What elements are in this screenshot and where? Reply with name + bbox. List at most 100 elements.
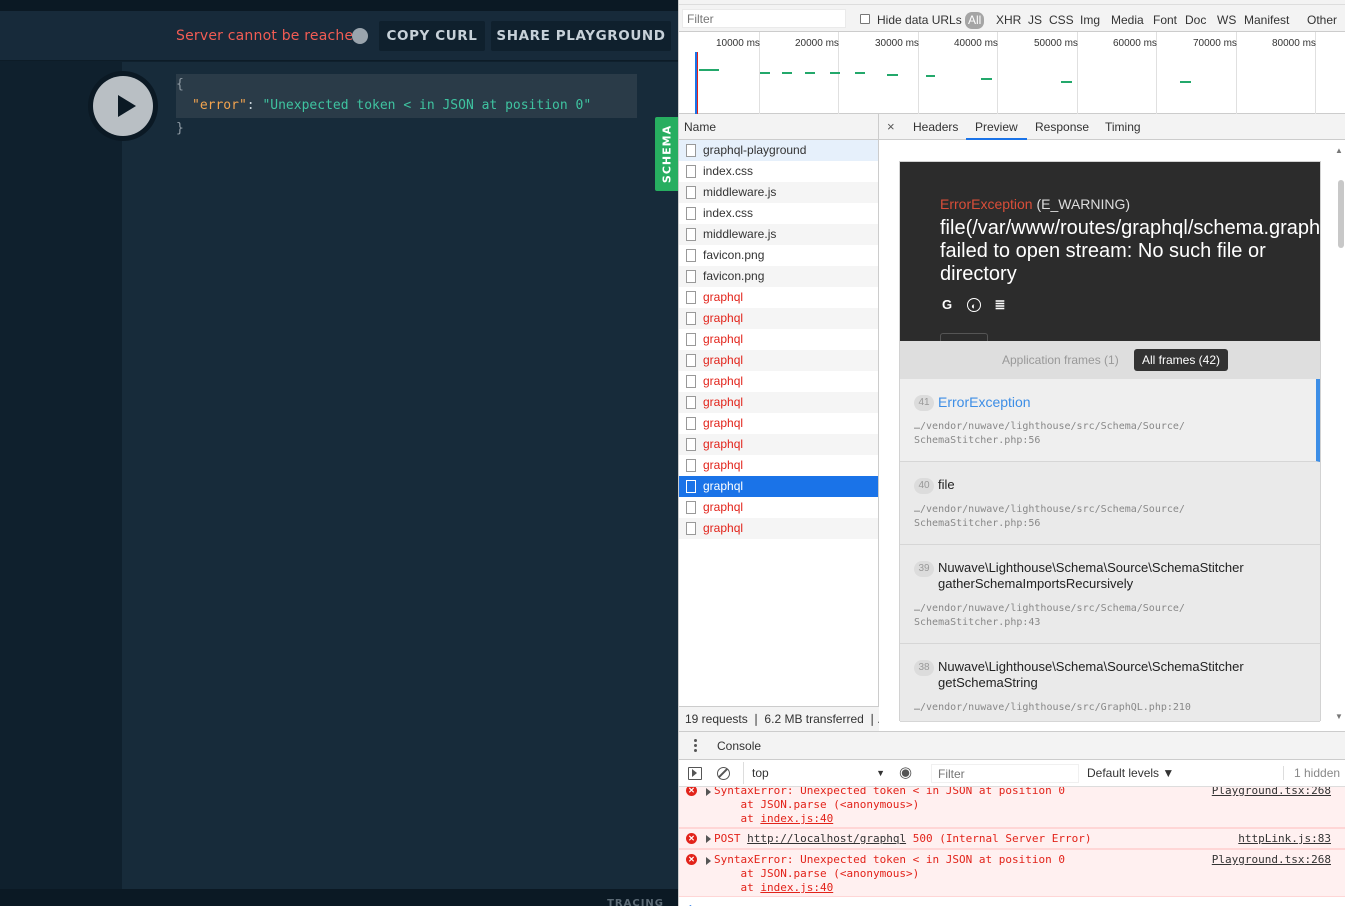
expand-caret-icon[interactable] [706,835,711,843]
context-value: top [752,766,769,780]
playground-topbar: Server cannot be reached COPY CURL SHARE… [0,11,678,61]
tracing-label[interactable]: TRACING [607,898,664,906]
filter-type-css[interactable]: CSS [1049,13,1074,27]
request-row[interactable]: graphql [679,308,878,329]
timeline-request-bar [1061,81,1072,83]
request-row[interactable]: graphql [679,434,878,455]
scroll-up-icon[interactable]: ▲ [1335,146,1343,155]
share-playground-button[interactable]: SHARE PLAYGROUND [491,21,671,51]
schema-tab-label: SCHEMA [660,124,673,184]
context-selector[interactable]: top ▼ [743,762,885,784]
all-frames-tab[interactable]: All frames (42) [1134,349,1229,371]
source-link[interactable]: httpLink.js:83 [1238,832,1331,846]
request-row[interactable]: graphql [679,476,878,497]
server-status-text: Server cannot be reached [176,28,363,44]
request-row[interactable]: middleware.js [679,224,878,245]
request-row[interactable]: graphql [679,329,878,350]
file-icon [686,396,696,409]
filter-type-media[interactable]: Media [1111,13,1144,27]
duckduckgo-icon[interactable]: ◐ [967,298,981,312]
execute-query-button[interactable] [88,71,158,141]
source-link[interactable]: Playground.tsx:268 [1212,853,1331,867]
close-icon[interactable]: × [887,119,895,134]
frame-number: 39 [914,561,934,577]
google-icon[interactable]: G [940,298,954,312]
log-levels-dropdown[interactable]: Default levels ▼ [1087,766,1174,780]
request-row[interactable]: favicon.png [679,266,878,287]
drawer-menu-icon[interactable] [694,739,697,753]
tab-headers[interactable]: Headers [913,114,958,140]
request-name: graphql [703,332,744,346]
stack-frame[interactable]: 39 Nuwave\Lighthouse\Schema\Source\Schema… [900,545,1320,644]
application-frames-tab[interactable]: Application frames (1) [1002,353,1119,367]
schema-tab[interactable]: SCHEMA [655,117,678,191]
sidebar-toggle-icon[interactable] [688,767,702,780]
timeline-label: 10000 ms [716,38,760,49]
stack-link[interactable]: index.js:40 [760,812,833,825]
stack-line: at JSON.parse (<anonymous>) [714,867,920,880]
error-page-preview: ErrorException (E_WARNING) file(/var/www… [899,161,1345,722]
file-icon [686,228,696,241]
query-editor-pane[interactable] [0,62,122,889]
filter-type-all[interactable]: All [965,12,985,29]
request-row[interactable]: graphql [679,350,878,371]
copy-curl-button[interactable]: COPY CURL [379,21,485,51]
frame-name: file [938,477,955,492]
timeline-request-bar [830,72,840,74]
tab-console[interactable]: Console [717,732,761,760]
request-row[interactable]: graphql [679,413,878,434]
request-row[interactable]: graphql [679,455,878,476]
stack-frame[interactable]: 41 ErrorException …/vendor/nuwave/lighthou… [900,379,1320,462]
copy-button[interactable] [940,333,988,341]
stack-link[interactable]: index.js:40 [760,881,833,894]
exception-message: file(/var/www/routes/graphql/schema.grap… [940,217,1345,285]
network-filter-input[interactable] [682,9,846,28]
stack-line: at index.js:40 [714,881,834,894]
request-row[interactable]: graphql [679,518,878,539]
request-row[interactable]: graphql [679,371,878,392]
stack-frame[interactable]: 38 Nuwave\Lighthouse\Schema\Source\Schema… [900,644,1320,722]
json-error-line: "error": "Unexpected token < in JSON at … [192,98,591,113]
preview-scrollbar-thumb[interactable] [1338,180,1344,248]
request-row[interactable]: graphql-playground [679,140,878,161]
json-value: "Unexpected token < in JSON at position … [262,98,592,113]
source-link[interactable]: Playground.tsx:268 [1212,787,1331,798]
tab-timing[interactable]: Timing [1105,114,1141,140]
network-overview-timeline[interactable]: 10000 ms 20000 ms 30000 ms 40000 ms 50000 ms… [679,32,1345,114]
filter-type-manifest[interactable]: Manifest [1244,13,1289,27]
hide-data-urls-label: Hide data URLs [877,13,962,27]
scroll-down-icon[interactable]: ▼ [1335,712,1343,721]
frame-path: …/vendor/nuwave/lighthouse/src/Schema/So… [914,421,1185,446]
stack-frame[interactable]: 40 file …/vendor/nuwave/lighthouse/src/Sch… [900,462,1320,545]
tab-preview[interactable]: Preview [966,114,1027,140]
name-column-header[interactable]: Name [679,114,878,140]
console-prompt[interactable]: › [689,900,693,906]
file-icon [686,459,696,472]
request-row[interactable]: graphql [679,392,878,413]
expand-caret-icon[interactable] [706,788,711,796]
request-url-link[interactable]: http://localhost/graphql [747,832,906,845]
stackoverflow-icon[interactable]: ≣ [993,298,1007,312]
filter-type-font[interactable]: Font [1153,13,1177,27]
tab-response[interactable]: Response [1035,114,1089,140]
request-row[interactable]: index.css [679,203,878,224]
expand-caret-icon[interactable] [706,857,711,865]
filter-type-img[interactable]: Img [1080,13,1100,27]
request-row[interactable]: favicon.png [679,245,878,266]
hide-data-urls-checkbox[interactable] [860,14,870,24]
timeline-request-bar [699,69,719,71]
console-filter-input[interactable] [931,764,1079,783]
play-icon [93,76,153,136]
file-icon [686,333,696,346]
request-row[interactable]: graphql [679,287,878,308]
eye-icon[interactable]: ◉ [899,765,912,780]
filter-type-xhr[interactable]: XHR [996,13,1021,27]
filter-type-ws[interactable]: WS [1217,13,1236,27]
clear-console-icon[interactable] [717,767,730,780]
filter-type-doc[interactable]: Doc [1185,13,1206,27]
request-row[interactable]: graphql [679,497,878,518]
request-row[interactable]: middleware.js [679,182,878,203]
request-row[interactable]: index.css [679,161,878,182]
filter-type-js[interactable]: JS [1028,13,1042,27]
filter-type-other[interactable]: Other [1307,13,1337,27]
